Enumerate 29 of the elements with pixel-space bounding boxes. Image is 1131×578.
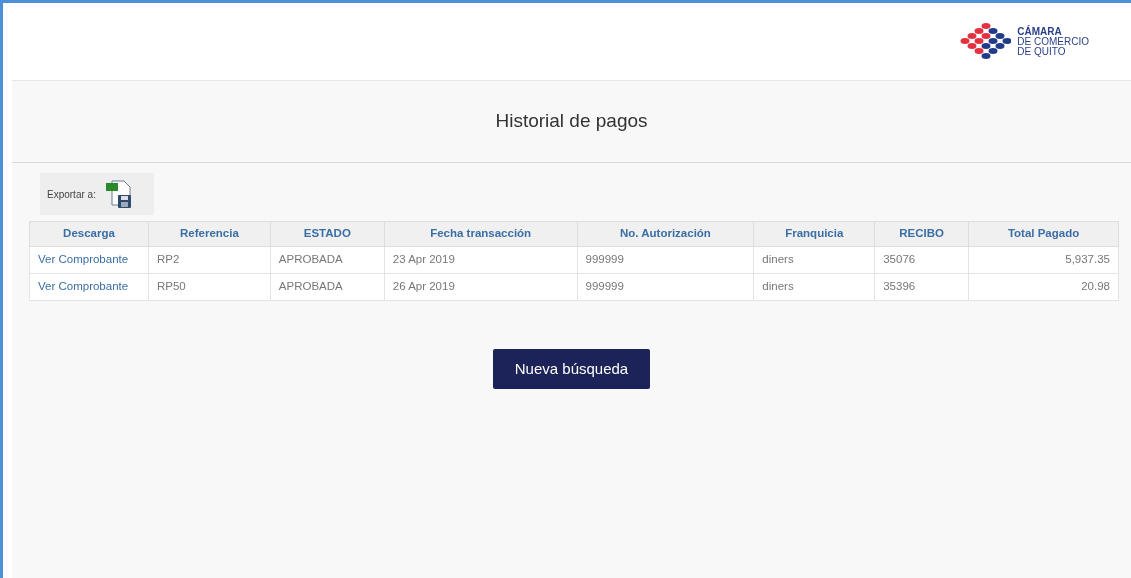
column-header: RECIBO [874, 221, 969, 247]
column-header: Descarga [29, 221, 149, 247]
table-cell: APROBADA [270, 273, 385, 301]
table-cell: 35076 [874, 246, 969, 274]
new-search-button[interactable]: Nueva búsqueda [493, 349, 650, 389]
column-header: Franquicia [753, 221, 875, 247]
column-header: Total Pagado [968, 221, 1119, 247]
table-cell: APROBADA [270, 246, 385, 274]
table-cell: 999999 [577, 273, 754, 301]
logo-text: CÁMARA [1017, 26, 1063, 37]
table-cell: diners [753, 246, 875, 274]
table-cell: 5,937.35 [968, 246, 1119, 274]
column-header: No. Autorización [577, 221, 754, 247]
column-header: Fecha transacción [384, 221, 578, 247]
logo-text: DE QUITO [1017, 46, 1067, 57]
spreadsheet-save-icon[interactable] [103, 179, 134, 209]
column-header: ESTADO [270, 221, 385, 247]
column-header: Referencia [148, 221, 271, 247]
table-cell: 23 Apr 2019 [384, 246, 578, 274]
table-cell: 20.98 [968, 273, 1119, 301]
table-cell: 999999 [577, 246, 754, 274]
table-cell: 35396 [874, 273, 969, 301]
table-cell: RP50 [148, 273, 271, 301]
table-cell: RP2 [148, 246, 271, 274]
table-cell: diners [753, 273, 875, 301]
logo-text: DE COMERCIO [1017, 36, 1089, 47]
page-title: Historial de pagos [495, 109, 648, 134]
table-cell: 26 Apr 2019 [384, 273, 578, 301]
export-label: Exportar a: [47, 187, 96, 202]
